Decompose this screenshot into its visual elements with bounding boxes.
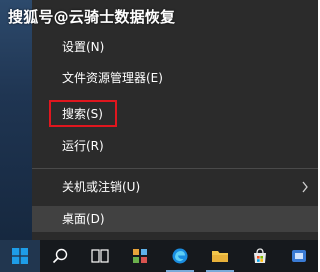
taskbar-store-button[interactable]	[240, 240, 280, 272]
edge-icon	[172, 248, 188, 264]
task-view-icon	[91, 249, 109, 263]
taskbar-edge-button[interactable]	[160, 240, 200, 272]
taskbar	[0, 240, 318, 272]
menu-item-run[interactable]: 运行(R)	[32, 133, 318, 159]
watermark-text: 搜狐号@云骑士数据恢复	[8, 8, 176, 26]
app-icon	[292, 250, 306, 262]
task-view-button[interactable]	[80, 240, 120, 272]
taskbar-search-button[interactable]	[40, 240, 80, 272]
app-icon	[133, 249, 147, 263]
taskbar-file-explorer-button[interactable]	[200, 240, 240, 272]
menu-item-label: 设置(N)	[62, 40, 105, 54]
start-button[interactable]	[0, 240, 40, 272]
store-icon	[254, 248, 266, 263]
menu-item-file-explorer[interactable]: 文件资源管理器(E)	[32, 65, 318, 91]
menu-item-shutdown[interactable]: 关机或注销(U)	[32, 174, 318, 200]
menu-item-label: 桌面(D)	[62, 212, 105, 226]
menu-item-desktop[interactable]: 桌面(D)	[32, 206, 318, 232]
taskbar-app-button[interactable]	[280, 240, 318, 272]
chevron-right-icon	[302, 181, 308, 193]
file-explorer-icon	[212, 251, 228, 262]
highlight-annotation-box	[49, 100, 117, 127]
menu-item-label: 关机或注销(U)	[62, 180, 141, 194]
search-icon	[52, 248, 68, 264]
desktop-wallpaper	[0, 0, 32, 240]
menu-item-label: 运行(R)	[62, 139, 104, 153]
taskbar-app-button[interactable]	[120, 240, 160, 272]
menu-item-settings[interactable]: 设置(N)	[32, 34, 318, 60]
windows-start-icon	[12, 248, 28, 264]
screen: 搜狐号@云骑士数据恢复 设置(N) 文件资源管理器(E) 搜索(S) 运行(R)…	[0, 0, 318, 272]
menu-separator	[32, 168, 318, 169]
menu-item-label: 文件资源管理器(E)	[62, 71, 163, 85]
